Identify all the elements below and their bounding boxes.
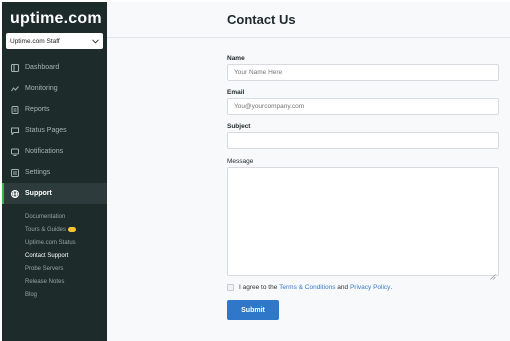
subnav-item-tours-guides[interactable]: Tours & Guides <box>25 223 77 236</box>
sidebar-item-label: Settings <box>25 169 51 176</box>
sidebar-item-label: Dashboard <box>25 64 60 71</box>
terms-checkbox[interactable] <box>227 284 234 291</box>
sidebar-item-label: Monitoring <box>25 85 58 92</box>
subnav-item-blog[interactable]: Blog <box>25 288 76 301</box>
privacy-link[interactable]: Privacy Policy <box>350 284 390 291</box>
sidebar-item-support[interactable]: Support <box>2 183 107 204</box>
resize-handle-icon[interactable] <box>490 267 496 280</box>
sidebar-item-settings[interactable]: Settings <box>2 162 107 183</box>
new-badge <box>68 227 77 232</box>
page-title: Contact Us <box>227 12 296 27</box>
subject-field[interactable] <box>227 132 499 149</box>
chevron-down-icon <box>91 37 99 45</box>
sidebar: uptime.com Uptime.com Staff Dashboard Mo… <box>2 2 107 341</box>
subnav-item-contact-support[interactable]: Contact Support <box>25 249 76 262</box>
sidebar-item-status-pages[interactable]: Status Pages <box>2 120 107 141</box>
sidebar-item-monitoring[interactable]: Monitoring <box>2 78 107 99</box>
message-textarea[interactable] <box>227 167 499 280</box>
dashboard-icon <box>11 63 19 72</box>
terms-link[interactable]: Terms & Conditions <box>279 284 335 291</box>
email-label: Email <box>227 89 245 96</box>
agree-prefix-text: I agree to the <box>239 284 280 291</box>
support-subnav: Documentation Tours & Guides Uptime.com … <box>25 210 77 301</box>
uptime-logo[interactable]: uptime.com <box>10 10 102 28</box>
account-selector[interactable]: Uptime.com Staff <box>6 33 103 49</box>
sidebar-item-notifications[interactable]: Notifications <box>2 141 107 162</box>
message-label: Message <box>227 158 254 165</box>
subnav-item-probe-servers[interactable]: Probe Servers <box>25 262 76 275</box>
submit-button[interactable]: Submit <box>227 300 279 320</box>
notifications-icon <box>11 148 19 156</box>
name-label: Name <box>227 55 245 62</box>
subnav-item-label: Tours & Guides <box>25 226 67 233</box>
monitoring-icon <box>11 85 19 93</box>
title-divider <box>107 37 510 38</box>
subnav-item-release-notes[interactable]: Release Notes <box>25 275 76 288</box>
sidebar-item-reports[interactable]: Reports <box>2 99 107 120</box>
settings-icon <box>11 168 19 177</box>
status-pages-icon <box>11 127 19 135</box>
sidebar-item-label: Reports <box>25 106 50 113</box>
agree-suffix-text: . <box>390 284 393 291</box>
subnav-item-documentation[interactable]: Documentation <box>25 210 76 223</box>
reports-icon <box>11 105 19 114</box>
account-selector-label: Uptime.com Staff <box>10 37 60 45</box>
subject-label: Subject <box>227 123 251 130</box>
agree-and-text: and <box>335 284 350 291</box>
subnav-item-uptime-status[interactable]: Uptime.com Status <box>25 236 76 249</box>
sidebar-item-dashboard[interactable]: Dashboard <box>2 57 107 78</box>
sidebar-item-label: Notifications <box>25 148 64 155</box>
globe-icon <box>11 189 19 198</box>
terms-agreement: I agree to the Terms & Conditions and Pr… <box>227 284 392 291</box>
email-field[interactable] <box>227 98 499 115</box>
sidebar-item-label: Status Pages <box>25 127 67 134</box>
sidebar-nav: Dashboard Monitoring Reports Status Page… <box>2 57 107 204</box>
name-field[interactable] <box>227 64 499 81</box>
sidebar-item-label: Support <box>25 190 52 197</box>
